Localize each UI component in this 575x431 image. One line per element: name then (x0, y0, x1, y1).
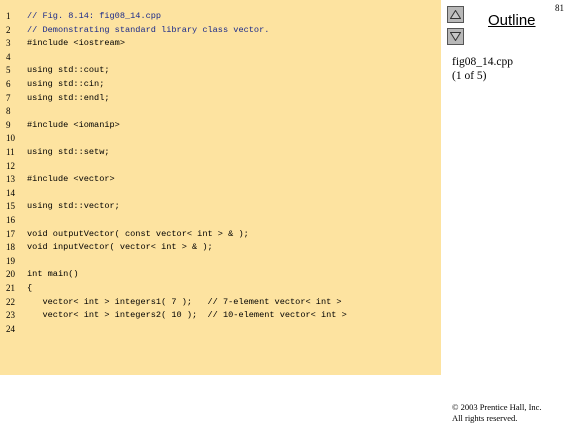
copyright-line-1: © 2003 Prentice Hall, Inc. (452, 402, 542, 412)
line-number: 17 (6, 228, 15, 239)
outline-link[interactable]: Outline (488, 12, 536, 29)
line-number: 19 (6, 255, 15, 266)
triangle-down-icon (450, 32, 461, 41)
line-number: 5 (6, 65, 11, 76)
line-number: 20 (6, 269, 15, 280)
code-text: int main() (27, 269, 79, 280)
line-number: 3 (6, 38, 11, 49)
code-text: void inputVector( vector< int > & ); (27, 242, 213, 253)
code-text: using std::setw; (27, 147, 110, 157)
line-number: 12 (6, 160, 15, 171)
code-text: vector< int > integers2( 10 ); // 10-ele… (27, 310, 347, 321)
copyright-line-2: All rights reserved. (452, 413, 518, 423)
previous-slide-button[interactable] (447, 6, 464, 23)
code-text: void outputVector( const vector< int > &… (27, 228, 249, 239)
next-slide-button[interactable] (447, 28, 464, 45)
code-text: using std::vector; (27, 201, 120, 212)
line-number: 4 (6, 51, 11, 62)
line-number: 18 (6, 242, 15, 253)
page-indicator: (1 of 5) (452, 70, 487, 82)
code-text: using std::cin; (27, 79, 105, 89)
triangle-up-icon (450, 10, 461, 19)
code-text: { (27, 283, 33, 293)
line-number: 6 (6, 79, 11, 89)
line-number: 11 (6, 147, 15, 157)
code-panel: 1 // Fig. 8.14: fig08_14.cpp 2 // Demonstra… (0, 0, 441, 375)
line-number: 2 (6, 24, 11, 35)
file-name: fig08_14.cpp (452, 56, 514, 68)
copyright-notice: © 2003 Prentice Hall, Inc. All rights re… (452, 402, 542, 424)
line-number: 14 (6, 187, 15, 198)
line-number: 8 (6, 106, 11, 117)
code-text: using std::cout; (27, 65, 110, 76)
line-number: 22 (6, 296, 15, 307)
line-number: 9 (6, 119, 11, 130)
line-number: 13 (6, 174, 15, 185)
line-number: 10 (6, 133, 15, 144)
line-number: 21 (6, 283, 15, 293)
code-text: #include <iomanip> (27, 119, 120, 130)
code-text: #include <vector> (27, 174, 115, 185)
line-number: 24 (6, 323, 15, 334)
line-number: 23 (6, 310, 15, 321)
code-text: vector< int > integers1( 7 ); // 7-eleme… (27, 296, 342, 307)
code-text: #include <iostream> (27, 38, 125, 49)
code-text: // Demonstrating standard library class … (27, 24, 270, 35)
code-text: using std::endl; (27, 92, 110, 103)
slide-number: 81 (555, 3, 564, 13)
line-number: 15 (6, 201, 15, 212)
code-text: // Fig. 8.14: fig08_14.cpp (27, 11, 162, 21)
line-number: 16 (6, 215, 15, 225)
line-number: 7 (6, 92, 11, 103)
line-number: 1 (6, 11, 11, 21)
